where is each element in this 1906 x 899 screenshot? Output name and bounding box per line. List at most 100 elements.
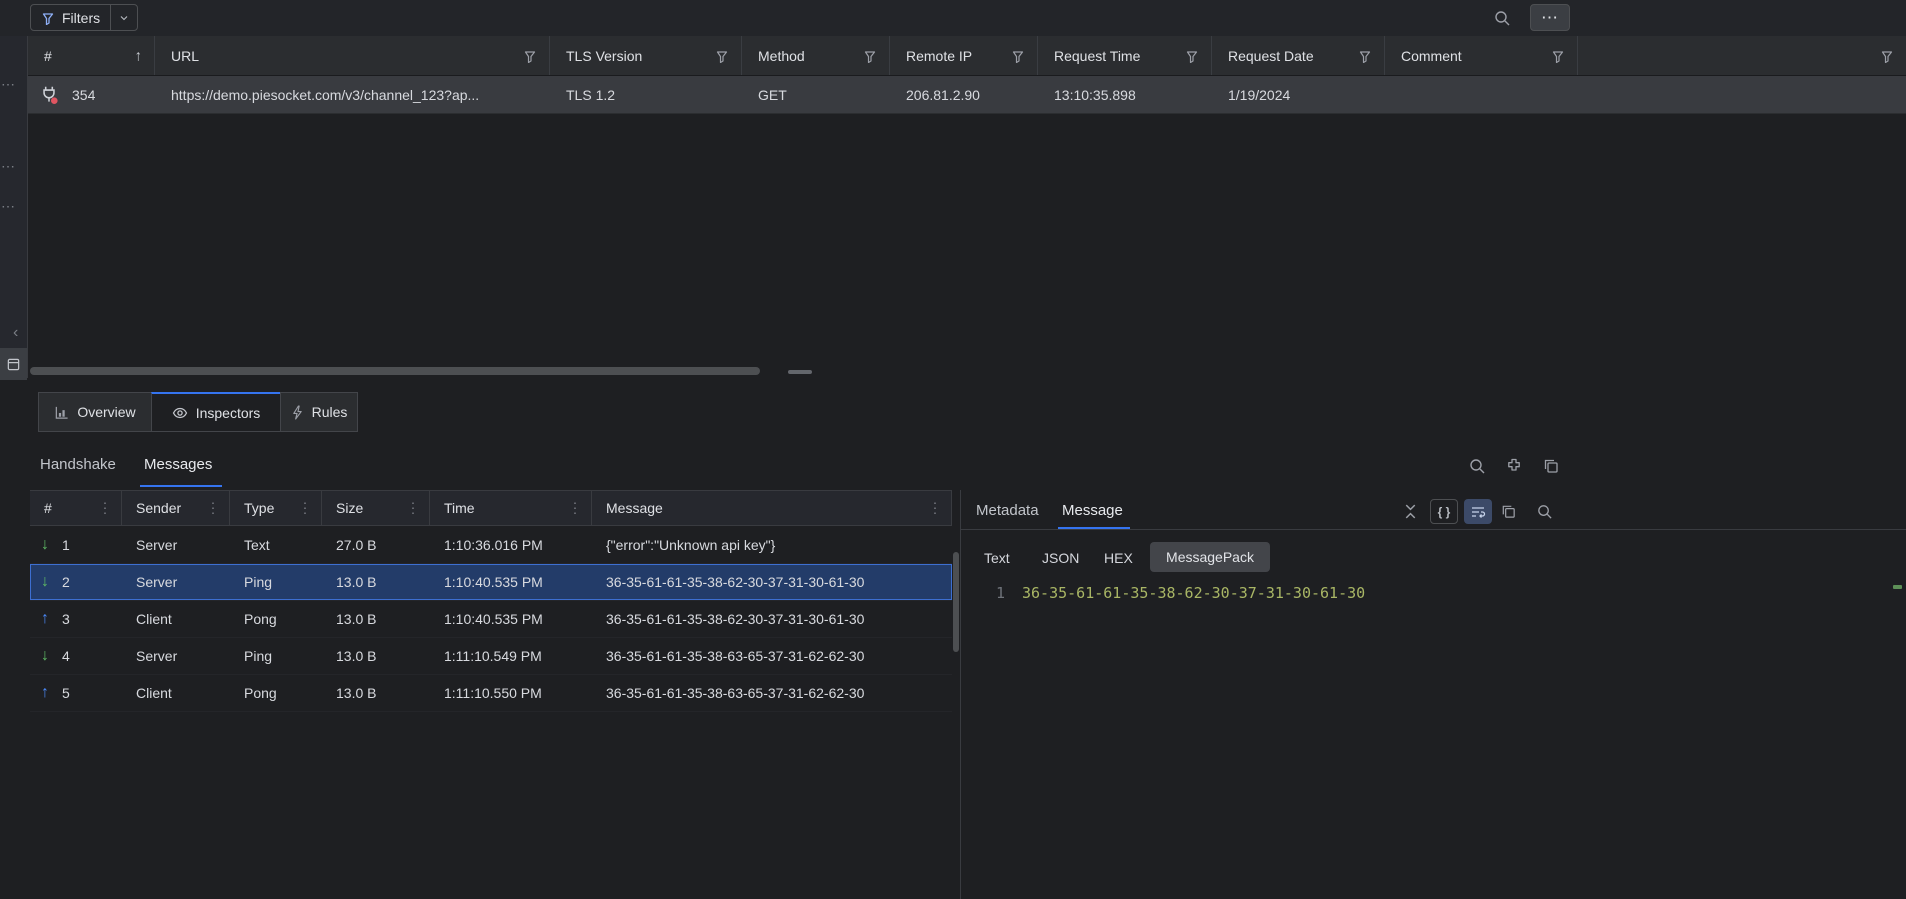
websocket-plug-icon xyxy=(38,84,60,106)
braces-button[interactable]: { } xyxy=(1430,499,1458,524)
more-button[interactable]: ⋯ xyxy=(1530,4,1570,31)
left-sidebar: ⋯ ⋯ ⋯ ‹ xyxy=(0,36,28,378)
filter-icon[interactable] xyxy=(1185,49,1199,63)
sent-arrow-icon: ↑ xyxy=(41,610,49,628)
message-time: 1:11:10.550 PM xyxy=(444,685,542,701)
message-time: 1:10:40.535 PM xyxy=(444,574,543,590)
filter-icon[interactable] xyxy=(715,49,729,63)
column-menu-icon[interactable]: ⋮ xyxy=(298,500,312,517)
msg-column-message[interactable]: Message ⋮ xyxy=(592,491,952,525)
detail-tabs-border xyxy=(961,529,1906,530)
copy-icon xyxy=(1542,457,1560,475)
message-text: 36-35-61-61-35-38-63-65-37-31-62-62-30 xyxy=(606,648,864,664)
message-size: 13.0 B xyxy=(336,611,376,627)
message-row[interactable]: ↑ 3 Client Pong 13.0 B 1:10:40.535 PM 36… xyxy=(30,601,952,638)
message-text: {"error":"Unknown api key"} xyxy=(606,537,775,553)
msg-column-number[interactable]: # ⋮ xyxy=(30,491,122,525)
message-sender: Server xyxy=(136,574,177,590)
session-row[interactable]: 354 https://demo.piesocket.com/v3/channe… xyxy=(28,76,1906,114)
column-header-request-date[interactable]: Request Date xyxy=(1212,36,1385,75)
column-header-request-time[interactable]: Request Time xyxy=(1038,36,1212,75)
message-type: Ping xyxy=(244,574,272,590)
tab-messages[interactable]: Messages xyxy=(144,456,212,473)
detail-search-button[interactable] xyxy=(1536,503,1553,520)
column-header-comment[interactable]: Comment xyxy=(1385,36,1578,75)
msg-column-time[interactable]: Time ⋮ xyxy=(430,491,592,525)
open-windows-button[interactable] xyxy=(1542,457,1560,475)
messages-table-header: # ⋮ Sender ⋮ Type ⋮ Size ⋮ Time ⋮ Messag… xyxy=(30,490,952,526)
extension-button[interactable] xyxy=(1505,457,1523,475)
column-header-tls-version[interactable]: TLS Version xyxy=(550,36,742,75)
message-text: 36-35-61-61-35-38-62-30-37-31-30-61-30 xyxy=(606,574,864,590)
message-time: 1:11:10.549 PM xyxy=(444,648,542,664)
sidebar-overflow-3[interactable]: ⋯ xyxy=(1,198,16,215)
messages-scrollbar-thumb[interactable] xyxy=(953,552,959,652)
filter-icon[interactable] xyxy=(863,49,877,63)
sent-arrow-icon: ↑ xyxy=(41,684,49,702)
session-id: 354 xyxy=(72,87,95,103)
column-menu-icon[interactable]: ⋮ xyxy=(568,500,582,517)
msg-column-sender[interactable]: Sender ⋮ xyxy=(122,491,230,525)
sort-ascending-icon[interactable]: ↑ xyxy=(135,47,143,64)
tab-hex[interactable]: HEX xyxy=(1104,550,1133,566)
tab-message[interactable]: Message xyxy=(1062,502,1123,519)
message-number: 2 xyxy=(62,574,70,590)
column-header-method[interactable]: Method xyxy=(742,36,890,75)
filter-icon[interactable] xyxy=(1551,49,1565,63)
sidebar-overflow-1[interactable]: ⋯ xyxy=(1,76,16,93)
received-arrow-icon: ↓ xyxy=(41,647,49,665)
copy-content-button[interactable] xyxy=(1500,503,1517,520)
search-button[interactable] xyxy=(1493,9,1511,27)
message-time: 1:10:36.016 PM xyxy=(444,537,543,553)
filters-dropdown[interactable] xyxy=(111,5,137,30)
column-menu-icon[interactable]: ⋮ xyxy=(98,500,112,517)
tab-rules[interactable]: Rules xyxy=(280,392,358,432)
message-size: 13.0 B xyxy=(336,574,376,590)
sidebar-overflow-2[interactable]: ⋯ xyxy=(1,158,16,175)
column-menu-icon[interactable]: ⋮ xyxy=(406,500,420,517)
panel-divider[interactable] xyxy=(960,490,961,899)
column-header-number[interactable]: # ↑ xyxy=(28,36,155,75)
tab-handshake[interactable]: Handshake xyxy=(40,456,116,473)
message-size: 13.0 B xyxy=(336,648,376,664)
tab-metadata[interactable]: Metadata xyxy=(976,502,1039,519)
collapse-handle-icon[interactable]: ‹ xyxy=(13,324,19,342)
message-row[interactable]: ↓ 4 Server Ping 13.0 B 1:11:10.549 PM 36… xyxy=(30,638,952,675)
filters-button[interactable]: Filters xyxy=(30,4,138,31)
filter-icon[interactable] xyxy=(1358,49,1372,63)
message-type: Ping xyxy=(244,648,272,664)
message-row[interactable]: ↑ 5 Client Pong 13.0 B 1:11:10.550 PM 36… xyxy=(30,675,952,712)
collapse-button[interactable] xyxy=(1402,503,1419,520)
search-icon xyxy=(1536,503,1553,520)
column-header-trailing[interactable] xyxy=(1578,36,1906,75)
session-method: GET xyxy=(758,87,787,103)
chart-icon xyxy=(54,405,69,420)
soft-wrap-button[interactable] xyxy=(1464,499,1492,524)
filter-icon[interactable] xyxy=(1011,49,1025,63)
column-header-url[interactable]: URL xyxy=(155,36,550,75)
tab-messagepack[interactable]: MessagePack xyxy=(1150,542,1270,572)
top-toolbar: Filters ⋯ xyxy=(0,0,1906,36)
editor-content[interactable]: 36-35-61-61-35-38-62-30-37-31-30-61-30 xyxy=(1022,584,1365,602)
tab-overview-label: Overview xyxy=(77,404,135,420)
splitter-grip[interactable] xyxy=(788,370,812,374)
message-size: 13.0 B xyxy=(336,685,376,701)
column-menu-icon[interactable]: ⋮ xyxy=(928,500,942,517)
tab-inspectors-label: Inspectors xyxy=(196,405,261,421)
tab-overview[interactable]: Overview xyxy=(38,392,152,432)
inspector-search-button[interactable] xyxy=(1468,457,1486,475)
tab-json[interactable]: JSON xyxy=(1042,550,1079,566)
column-menu-icon[interactable]: ⋮ xyxy=(206,500,220,517)
sidebar-tool-selected[interactable] xyxy=(0,348,27,380)
horizontal-scrollbar-thumb[interactable] xyxy=(30,367,760,375)
message-row[interactable]: ↓ 2 Server Ping 13.0 B 1:10:40.535 PM 36… xyxy=(30,564,952,601)
msg-column-type[interactable]: Type ⋮ xyxy=(230,491,322,525)
message-row[interactable]: ↓ 1 Server Text 27.0 B 1:10:36.016 PM {"… xyxy=(30,527,952,564)
filter-icon[interactable] xyxy=(1880,49,1894,63)
tab-inspectors[interactable]: Inspectors xyxy=(151,392,281,432)
filter-icon[interactable] xyxy=(523,49,537,63)
message-time: 1:10:40.535 PM xyxy=(444,611,543,627)
column-header-remote-ip[interactable]: Remote IP xyxy=(890,36,1038,75)
tab-text[interactable]: Text xyxy=(984,550,1010,566)
msg-column-size[interactable]: Size ⋮ xyxy=(322,491,430,525)
